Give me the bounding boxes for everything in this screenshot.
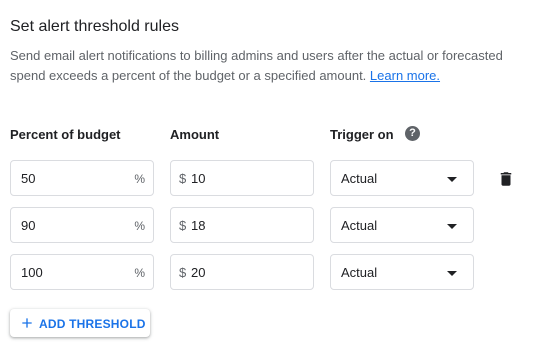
trigger-select[interactable]: Actual: [330, 160, 474, 196]
trigger-value: Actual: [341, 265, 378, 280]
add-threshold-button[interactable]: ADD THRESHOLD: [10, 309, 150, 337]
amount-input[interactable]: $ 10: [170, 160, 314, 196]
learn-more-link[interactable]: Learn more.: [370, 68, 440, 83]
percent-suffix: %: [134, 266, 145, 280]
threshold-row: 50 % $ 10 Actual: [0, 160, 535, 196]
percent-value: 50: [21, 171, 36, 186]
amount-input[interactable]: $ 18: [170, 207, 314, 243]
column-header-amount: Amount: [170, 127, 220, 142]
amount-value: 10: [191, 171, 206, 186]
column-header-trigger: Trigger on: [330, 127, 394, 142]
percent-input[interactable]: 100 %: [10, 254, 154, 290]
percent-input[interactable]: 90 %: [10, 207, 154, 243]
currency-prefix: $: [179, 218, 187, 233]
amount-input[interactable]: $ 20: [170, 254, 314, 290]
column-header-percent: Percent of budget: [10, 127, 121, 142]
caret-down-icon: [447, 224, 457, 229]
trigger-select[interactable]: Actual: [330, 207, 474, 243]
percent-value: 90: [21, 218, 36, 233]
help-icon[interactable]: ?: [405, 126, 420, 141]
currency-prefix: $: [179, 265, 187, 280]
trigger-value: Actual: [341, 218, 378, 233]
percent-value: 100: [21, 265, 43, 280]
threshold-row: 100 % $ 20 Actual: [0, 254, 535, 290]
add-threshold-label: ADD THRESHOLD: [39, 317, 146, 331]
amount-value: 18: [191, 218, 206, 233]
threshold-row: 90 % $ 18 Actual: [0, 207, 535, 243]
percent-input[interactable]: 50 %: [10, 160, 154, 196]
trash-icon[interactable]: [497, 170, 515, 188]
section-description: Send email alert notifications to billin…: [10, 46, 530, 86]
percent-suffix: %: [134, 219, 145, 233]
caret-down-icon: [447, 271, 457, 276]
section-title: Set alert threshold rules: [10, 18, 179, 35]
trigger-select[interactable]: Actual: [330, 254, 474, 290]
caret-down-icon: [447, 177, 457, 182]
percent-suffix: %: [134, 172, 145, 186]
amount-value: 20: [191, 265, 206, 280]
trigger-value: Actual: [341, 171, 378, 186]
currency-prefix: $: [179, 171, 187, 186]
plus-icon: [22, 318, 32, 328]
